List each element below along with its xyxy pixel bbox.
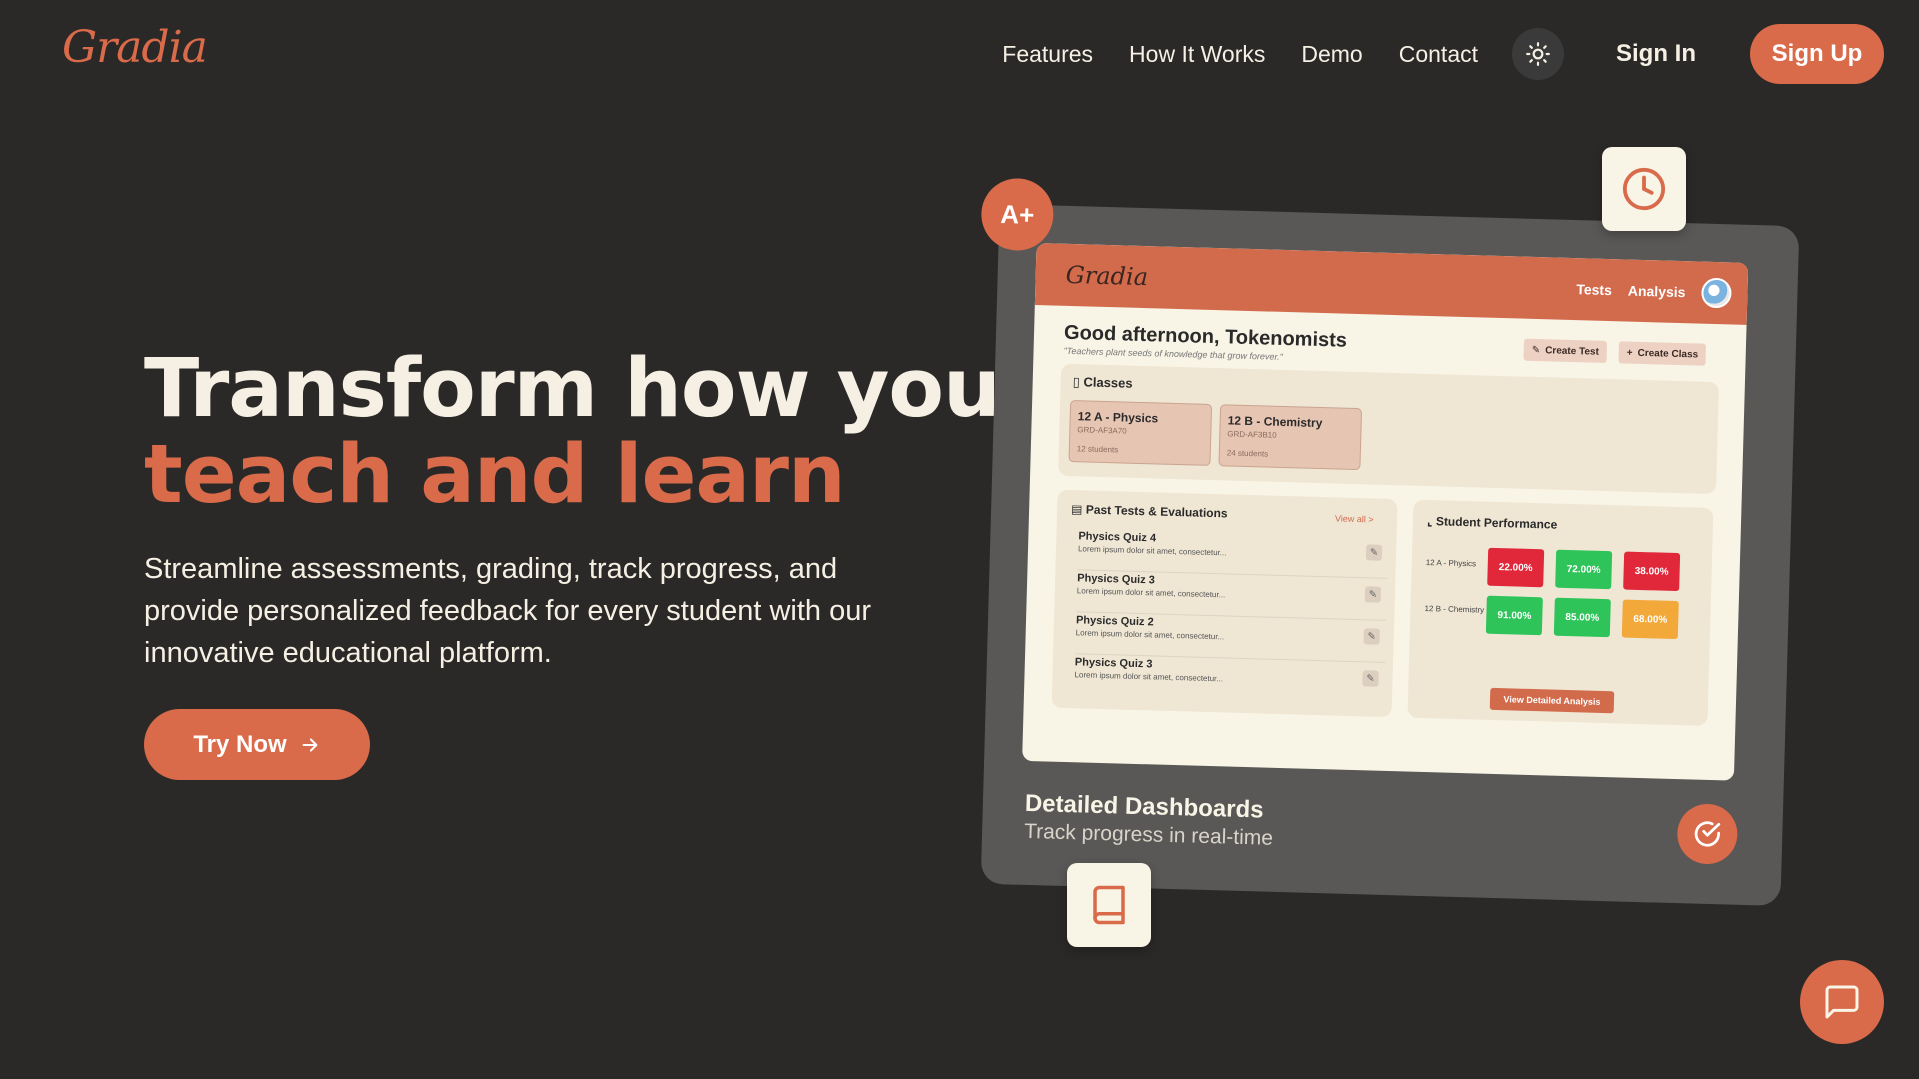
hero-title: Transform how you teach and learn xyxy=(144,342,1001,522)
create-test-button: ✎ Create Test xyxy=(1523,338,1608,363)
nav-link-demo[interactable]: Demo xyxy=(1301,41,1362,68)
performance-title-label: Student Performance xyxy=(1435,514,1558,532)
book-tile xyxy=(1067,863,1151,947)
view-detailed-analysis-button: View Detailed Analysis xyxy=(1489,687,1615,714)
theme-toggle-button[interactable] xyxy=(1512,28,1564,80)
hero-title-line2: teach and learn xyxy=(144,428,846,522)
performance-title: ⌞ Student Performance xyxy=(1427,514,1558,532)
create-test-label: Create Test xyxy=(1545,344,1600,358)
card-body: Gradia Tests Analysis Good afternoon, To… xyxy=(980,203,1800,907)
app-nav: Tests Analysis xyxy=(1576,274,1732,309)
classes-title-label: Classes xyxy=(1083,374,1133,391)
performance-panel: ⌞ Student Performance 12 A - Physics 22.… xyxy=(1407,499,1714,726)
sign-up-button[interactable]: Sign Up xyxy=(1750,24,1884,84)
check-circle-icon xyxy=(1694,821,1721,847)
grade-cell: 85.00% xyxy=(1553,597,1611,638)
grade-cell: 38.00% xyxy=(1623,551,1681,592)
app-header: Gradia Tests Analysis xyxy=(1034,243,1749,325)
chat-bubble-icon xyxy=(1825,985,1859,1019)
perf-row-label: 12 B - Chemistry xyxy=(1424,603,1485,615)
nav-link-features[interactable]: Features xyxy=(1002,41,1093,68)
past-tests-title: ▤ Past Tests & Evaluations xyxy=(1071,502,1228,520)
avatar xyxy=(1701,277,1732,309)
create-class-label: Create Class xyxy=(1637,347,1699,361)
dashboard-screenshot: Gradia Tests Analysis Good afternoon, To… xyxy=(1022,243,1749,781)
sign-in-link[interactable]: Sign In xyxy=(1616,40,1696,68)
clock-icon xyxy=(1622,167,1666,211)
card-subtitle: Track progress in real-time xyxy=(1023,819,1274,850)
nav-link-how-it-works[interactable]: How It Works xyxy=(1129,41,1265,68)
hero-title-line1: Transform how you xyxy=(144,342,1001,436)
classes-panel: ▯ Classes 12 A - Physics GRD-AF3A70 12 s… xyxy=(1058,363,1719,495)
clipboard-icon: ▤ xyxy=(1070,502,1087,517)
grade-cell: 72.00% xyxy=(1555,549,1613,590)
brand-logo[interactable]: Gradia xyxy=(62,22,208,73)
grade-cell: 91.00% xyxy=(1485,595,1543,636)
list-item: Physics Quiz 2 Lorem ipsum dolor sit ame… xyxy=(1075,614,1387,663)
class-students: 24 students xyxy=(1226,448,1269,459)
list-item: Physics Quiz 3 Lorem ipsum dolor sit ame… xyxy=(1076,572,1388,621)
plus-icon: + xyxy=(1626,347,1633,359)
clock-tile xyxy=(1602,147,1686,231)
edit-icon: ✎ xyxy=(1365,544,1383,561)
hero-description: Streamline assessments, grading, track p… xyxy=(144,553,872,669)
pencil-icon: ✎ xyxy=(1531,344,1541,356)
perf-row-label: 12 A - Physics xyxy=(1425,558,1477,569)
class-name: 12 B - Chemistry xyxy=(1227,413,1323,431)
list-item: Physics Quiz 3 Lorem ipsum dolor sit ame… xyxy=(1074,656,1385,705)
dashboard-preview-card: Gradia Tests Analysis Good afternoon, To… xyxy=(980,177,1800,907)
class-code: GRD-AF3A70 xyxy=(1077,425,1127,436)
edit-icon: ✎ xyxy=(1362,670,1379,687)
create-class-button: + Create Class xyxy=(1618,341,1707,366)
book-icon xyxy=(1093,885,1125,925)
sun-icon xyxy=(1526,42,1550,66)
list-item: Physics Quiz 4 Lorem ipsum dolor sit ame… xyxy=(1077,530,1389,579)
class-card: 12 A - Physics GRD-AF3A70 12 students xyxy=(1068,400,1213,466)
class-code: GRD-AF3B10 xyxy=(1227,429,1277,440)
try-now-button[interactable]: Try Now xyxy=(144,709,370,780)
grade-cell: 68.00% xyxy=(1621,599,1679,640)
card-title: Detailed Dashboards xyxy=(1024,789,1264,824)
book-small-icon: ▯ xyxy=(1072,374,1084,390)
class-name: 12 A - Physics xyxy=(1077,409,1159,426)
check-badge xyxy=(1676,803,1739,865)
past-tests-panel: ▤ Past Tests & Evaluations View all > Ph… xyxy=(1051,489,1398,718)
chart-icon: ⌞ xyxy=(1426,514,1437,529)
app-nav-tests: Tests xyxy=(1576,281,1613,299)
past-tests-title-label: Past Tests & Evaluations xyxy=(1085,502,1228,521)
view-all-link: View all > xyxy=(1334,513,1374,525)
class-students: 12 students xyxy=(1076,444,1119,455)
top-nav: Features How It Works Demo Contact Sign … xyxy=(1002,24,1919,84)
grade-cell: 22.00% xyxy=(1487,547,1545,588)
app-nav-analysis: Analysis xyxy=(1627,282,1686,301)
chat-button[interactable] xyxy=(1800,960,1884,1044)
arrow-right-icon xyxy=(302,737,318,752)
classes-title: ▯ Classes xyxy=(1072,374,1133,392)
app-logo: Gradia xyxy=(1065,260,1149,292)
edit-icon: ✎ xyxy=(1363,628,1380,645)
edit-icon: ✎ xyxy=(1364,586,1382,603)
class-card: 12 B - Chemistry GRD-AF3B10 24 students xyxy=(1218,404,1363,471)
nav-link-contact[interactable]: Contact xyxy=(1399,41,1478,68)
try-now-label: Try Now xyxy=(193,730,287,758)
